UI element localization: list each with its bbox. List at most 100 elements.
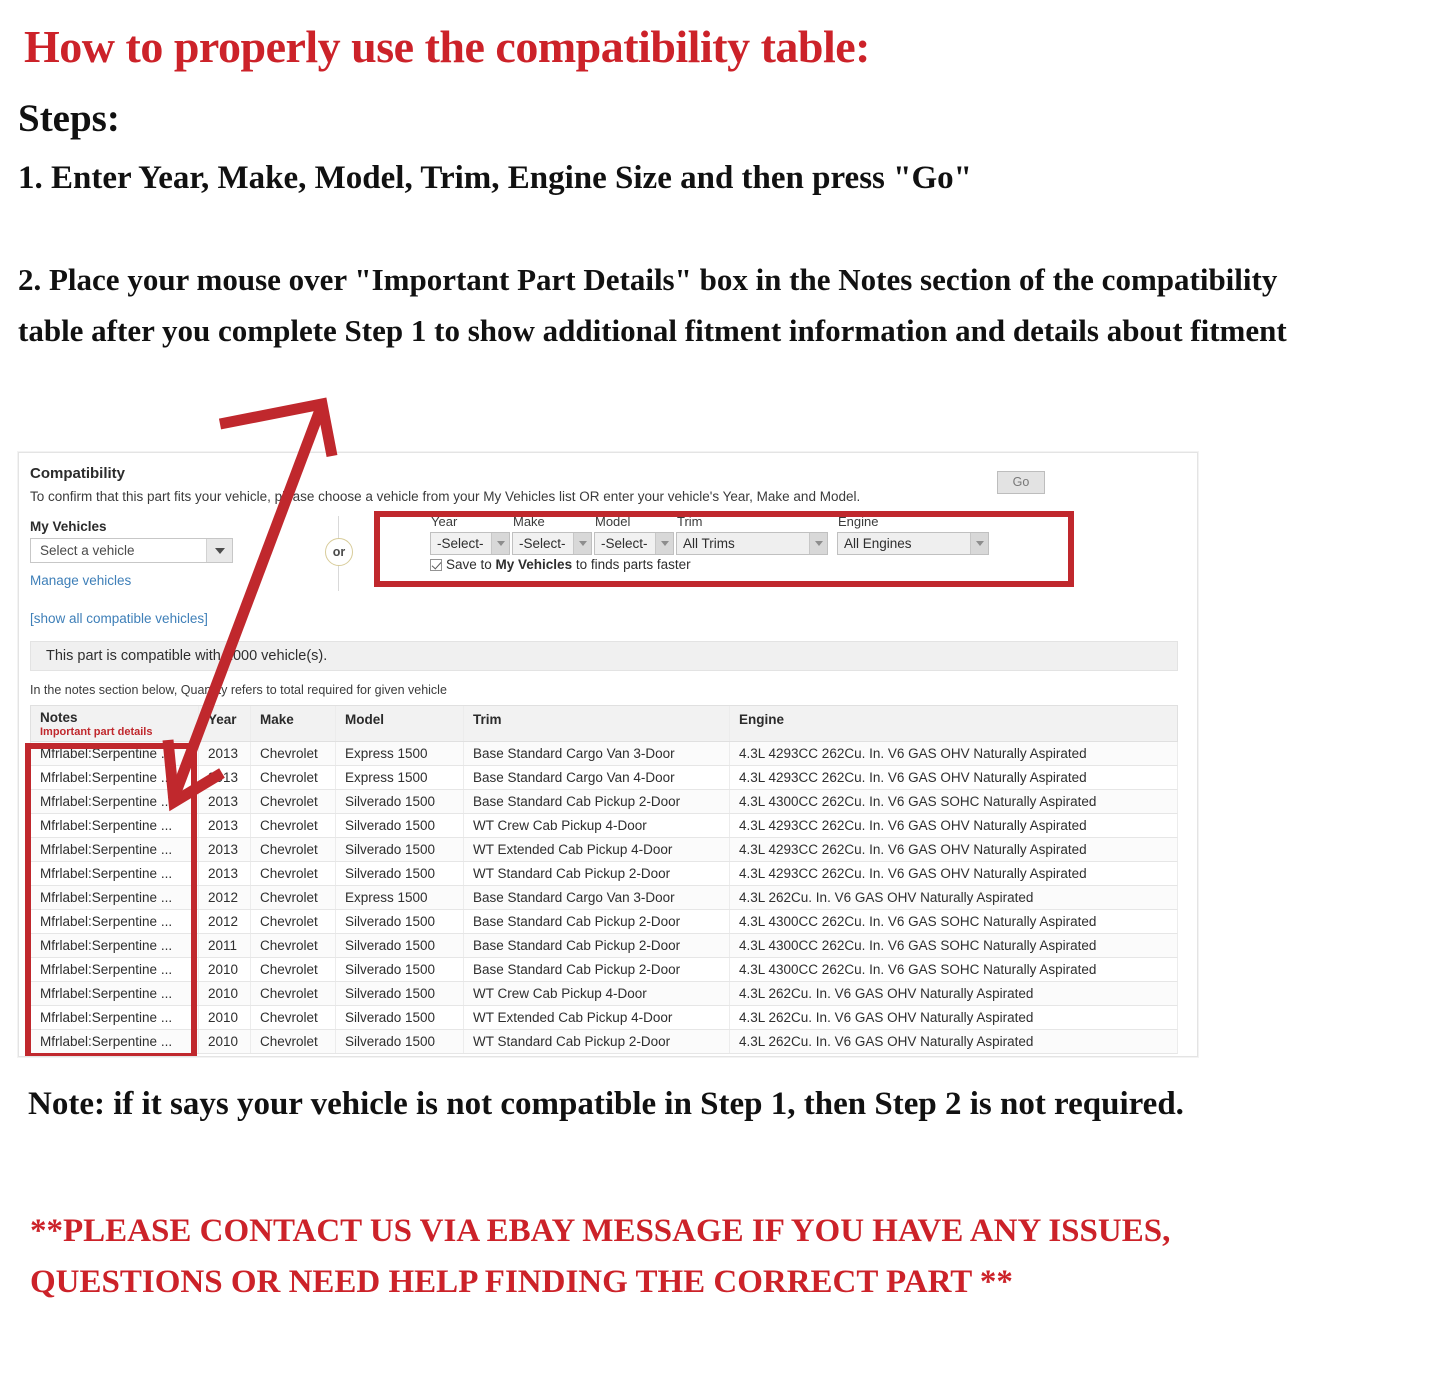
cell-make: Chevrolet	[251, 1030, 336, 1053]
cell-model: Express 1500	[336, 742, 464, 765]
cell-engine: 4.3L 4293CC 262Cu. In. V6 GAS OHV Natura…	[739, 746, 1087, 761]
cell-notes[interactable]: Mfrlabel:Serpentine ...	[31, 1030, 199, 1053]
save-text-bold: My Vehicles	[495, 557, 573, 572]
chevron-down-icon	[573, 533, 591, 554]
year-select-value: -Select-	[437, 536, 484, 551]
cell-notes[interactable]: Mfrlabel:Serpentine ...	[31, 742, 199, 765]
cell-engine: 4.3L 262Cu. In. V6 GAS OHV Naturally Asp…	[739, 1034, 1034, 1049]
cell-notes[interactable]: Mfrlabel:Serpentine ...	[31, 766, 199, 789]
table-row: Mfrlabel:Serpentine ... 2013 Chevrolet Silv…	[30, 838, 1178, 862]
cell-notes[interactable]: Mfrlabel:Serpentine ...	[31, 886, 199, 909]
or-label: or	[325, 538, 353, 566]
trim-select[interactable]: All Trims	[676, 532, 828, 555]
chevron-down-icon	[206, 539, 232, 562]
cell-engine: 4.3L 4300CC 262Cu. In. V6 GAS SOHC Natur…	[739, 938, 1097, 953]
cell-notes[interactable]: Mfrlabel:Serpentine ...	[31, 982, 199, 1005]
cell-trim: Base Standard Cargo Van 4-Door	[464, 766, 730, 789]
table-row: Mfrlabel:Serpentine ... 2013 Chevrolet Silv…	[30, 814, 1178, 838]
table-row: Mfrlabel:Serpentine ... 2013 Chevrolet Silv…	[30, 862, 1178, 886]
compatibility-table: Notes Important part details Year Make M…	[30, 705, 1178, 1054]
cell-model: Silverado 1500	[336, 790, 464, 813]
compatibility-heading: Compatibility	[30, 465, 126, 482]
column-header-notes-label: Notes	[40, 710, 78, 725]
cell-engine: 4.3L 4293CC 262Cu. In. V6 GAS OHV Natura…	[739, 866, 1087, 881]
cell-make: Chevrolet	[251, 814, 336, 837]
column-header-engine: Engine	[739, 712, 785, 727]
cell-notes[interactable]: Mfrlabel:Serpentine ...	[31, 1006, 199, 1029]
table-row: Mfrlabel:Serpentine ... 2010 Chevrolet Silv…	[30, 1030, 1178, 1054]
cell-notes[interactable]: Mfrlabel:Serpentine ...	[31, 910, 199, 933]
cell-model: Express 1500	[336, 886, 464, 909]
cell-trim: WT Standard Cab Pickup 2-Door	[464, 1030, 730, 1053]
vehicle-select-value: Select a vehicle	[40, 543, 135, 558]
cell-model: Silverado 1500	[336, 934, 464, 957]
compatibility-panel: Compatibility To confirm that this part …	[18, 452, 1198, 1057]
or-divider: or	[319, 516, 359, 591]
cell-notes[interactable]: Mfrlabel:Serpentine ...	[31, 958, 199, 981]
table-row: Mfrlabel:Serpentine ... 2013 Chevrolet Silv…	[30, 790, 1178, 814]
model-label: Model	[595, 514, 631, 529]
notes-quantity-hint: In the notes section below, Quantity ref…	[30, 683, 447, 697]
cell-make: Chevrolet	[251, 766, 336, 789]
save-vehicle-row[interactable]: Save to My Vehicles to finds parts faste…	[430, 557, 691, 572]
steps-label: Steps:	[18, 97, 120, 140]
vehicle-select-dropdown[interactable]: Select a vehicle	[30, 538, 233, 563]
cell-engine: 4.3L 4300CC 262Cu. In. V6 GAS SOHC Natur…	[739, 794, 1097, 809]
engine-select-value: All Engines	[844, 536, 912, 551]
trim-select-value: All Trims	[683, 536, 735, 551]
cell-year: 2012	[199, 910, 251, 933]
footer-contact-text: **PLEASE CONTACT US VIA EBAY MESSAGE IF …	[30, 1213, 1171, 1300]
go-button[interactable]: Go	[997, 471, 1045, 494]
cell-make: Chevrolet	[251, 742, 336, 765]
table-row: Mfrlabel:Serpentine ... 2012 Chevrolet Silv…	[30, 910, 1178, 934]
table-row: Mfrlabel:Serpentine ... 2010 Chevrolet Silv…	[30, 958, 1178, 982]
checkmark-icon[interactable]	[430, 559, 442, 571]
cell-engine: 4.3L 262Cu. In. V6 GAS OHV Naturally Asp…	[739, 1010, 1034, 1025]
year-label: Year	[431, 514, 458, 529]
column-header-notes: Notes Important part details	[31, 706, 199, 741]
cell-make: Chevrolet	[251, 958, 336, 981]
important-part-details-label: Important part details	[40, 726, 153, 738]
manage-vehicles-link[interactable]: Manage vehicles	[30, 573, 131, 588]
table-body: Mfrlabel:Serpentine ... 2013 Chevrolet Expr…	[30, 742, 1178, 1054]
table-row: Mfrlabel:Serpentine ... 2013 Chevrolet Expr…	[30, 766, 1178, 790]
cell-trim: WT Extended Cab Pickup 4-Door	[464, 1006, 730, 1029]
cell-model: Silverado 1500	[336, 982, 464, 1005]
cell-notes[interactable]: Mfrlabel:Serpentine ...	[31, 862, 199, 885]
cell-year: 2013	[199, 790, 251, 813]
step-2-text: 2. Place your mouse over "Important Part…	[18, 262, 1287, 348]
make-select[interactable]: -Select-	[512, 532, 592, 555]
engine-label: Engine	[838, 514, 879, 529]
cell-make: Chevrolet	[251, 910, 336, 933]
cell-notes[interactable]: Mfrlabel:Serpentine ...	[31, 838, 199, 861]
cell-make: Chevrolet	[251, 934, 336, 957]
table-row: Mfrlabel:Serpentine ... 2012 Chevrolet Expr…	[30, 886, 1178, 910]
cell-notes[interactable]: Mfrlabel:Serpentine ...	[31, 790, 199, 813]
cell-model: Silverado 1500	[336, 838, 464, 861]
cell-trim: Base Standard Cargo Van 3-Door	[464, 742, 730, 765]
page-root: How to properly use the compatibility ta…	[0, 0, 1445, 1393]
engine-select[interactable]: All Engines	[837, 532, 989, 555]
cell-make: Chevrolet	[251, 886, 336, 909]
cell-year: 2010	[199, 982, 251, 1005]
step-1-text: 1. Enter Year, Make, Model, Trim, Engine…	[18, 160, 972, 196]
cell-year: 2010	[199, 1006, 251, 1029]
cell-year: 2013	[199, 862, 251, 885]
cell-engine: 4.3L 4293CC 262Cu. In. V6 GAS OHV Natura…	[739, 842, 1087, 857]
chevron-down-icon	[655, 533, 673, 554]
model-select[interactable]: -Select-	[594, 532, 674, 555]
column-header-year: Year	[199, 706, 251, 741]
cell-make: Chevrolet	[251, 1006, 336, 1029]
chevron-down-icon	[809, 533, 827, 554]
cell-notes[interactable]: Mfrlabel:Serpentine ...	[31, 934, 199, 957]
year-select[interactable]: -Select-	[430, 532, 510, 555]
make-select-value: -Select-	[519, 536, 566, 551]
cell-trim: WT Extended Cab Pickup 4-Door	[464, 838, 730, 861]
show-all-compatible-vehicles-link[interactable]: [show all compatible vehicles]	[30, 611, 208, 626]
cell-year: 2013	[199, 838, 251, 861]
cell-engine: 4.3L 4293CC 262Cu. In. V6 GAS OHV Natura…	[739, 770, 1087, 785]
cell-engine: 4.3L 262Cu. In. V6 GAS OHV Naturally Asp…	[739, 986, 1034, 1001]
compatibility-subtext: To confirm that this part fits your vehi…	[30, 489, 861, 504]
cell-notes[interactable]: Mfrlabel:Serpentine ...	[31, 814, 199, 837]
trim-label: Trim	[677, 514, 703, 529]
